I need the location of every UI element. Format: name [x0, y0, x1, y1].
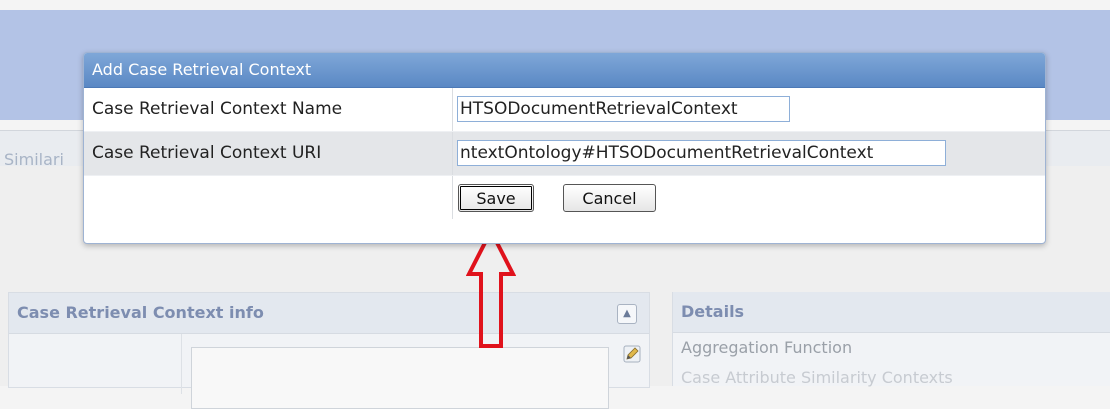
uri-label: Case Retrieval Context URI [92, 143, 322, 163]
cancel-button[interactable]: Cancel [563, 184, 656, 212]
details-item-attribute-contexts[interactable]: Case Attribute Similarity Contexts [673, 363, 1110, 393]
add-context-dialog: Add Case Retrieval Context Case Retrieva… [83, 52, 1046, 244]
annotation-arrow-icon [466, 228, 516, 348]
save-button[interactable]: Save [458, 184, 534, 212]
row-divider [452, 132, 453, 175]
edit-pencil-icon[interactable] [623, 345, 641, 363]
context-info-textarea[interactable] [191, 347, 609, 409]
button-row: Save Cancel [84, 176, 1045, 220]
context-info-header: Case Retrieval Context info ▲ [9, 293, 649, 334]
context-uri-input[interactable] [457, 140, 946, 166]
context-info-title: Case Retrieval Context info [17, 303, 264, 322]
details-title: Details [673, 292, 1110, 333]
context-info-panel: Case Retrieval Context info ▲ [8, 292, 650, 409]
details-panel: Details Aggregation Function Case Attrib… [672, 292, 1110, 387]
name-label: Case Retrieval Context Name [92, 99, 343, 119]
dialog-title: Add Case Retrieval Context [84, 53, 1045, 88]
row-divider [452, 88, 453, 131]
details-item-aggregation[interactable]: Aggregation Function [673, 333, 1110, 363]
name-row: Case Retrieval Context Name [84, 88, 1045, 132]
info-divider [181, 334, 182, 394]
context-name-input[interactable] [457, 96, 790, 122]
uri-row: Case Retrieval Context URI [84, 132, 1045, 176]
row-divider [452, 176, 453, 219]
collapse-up-icon[interactable]: ▲ [617, 304, 637, 324]
